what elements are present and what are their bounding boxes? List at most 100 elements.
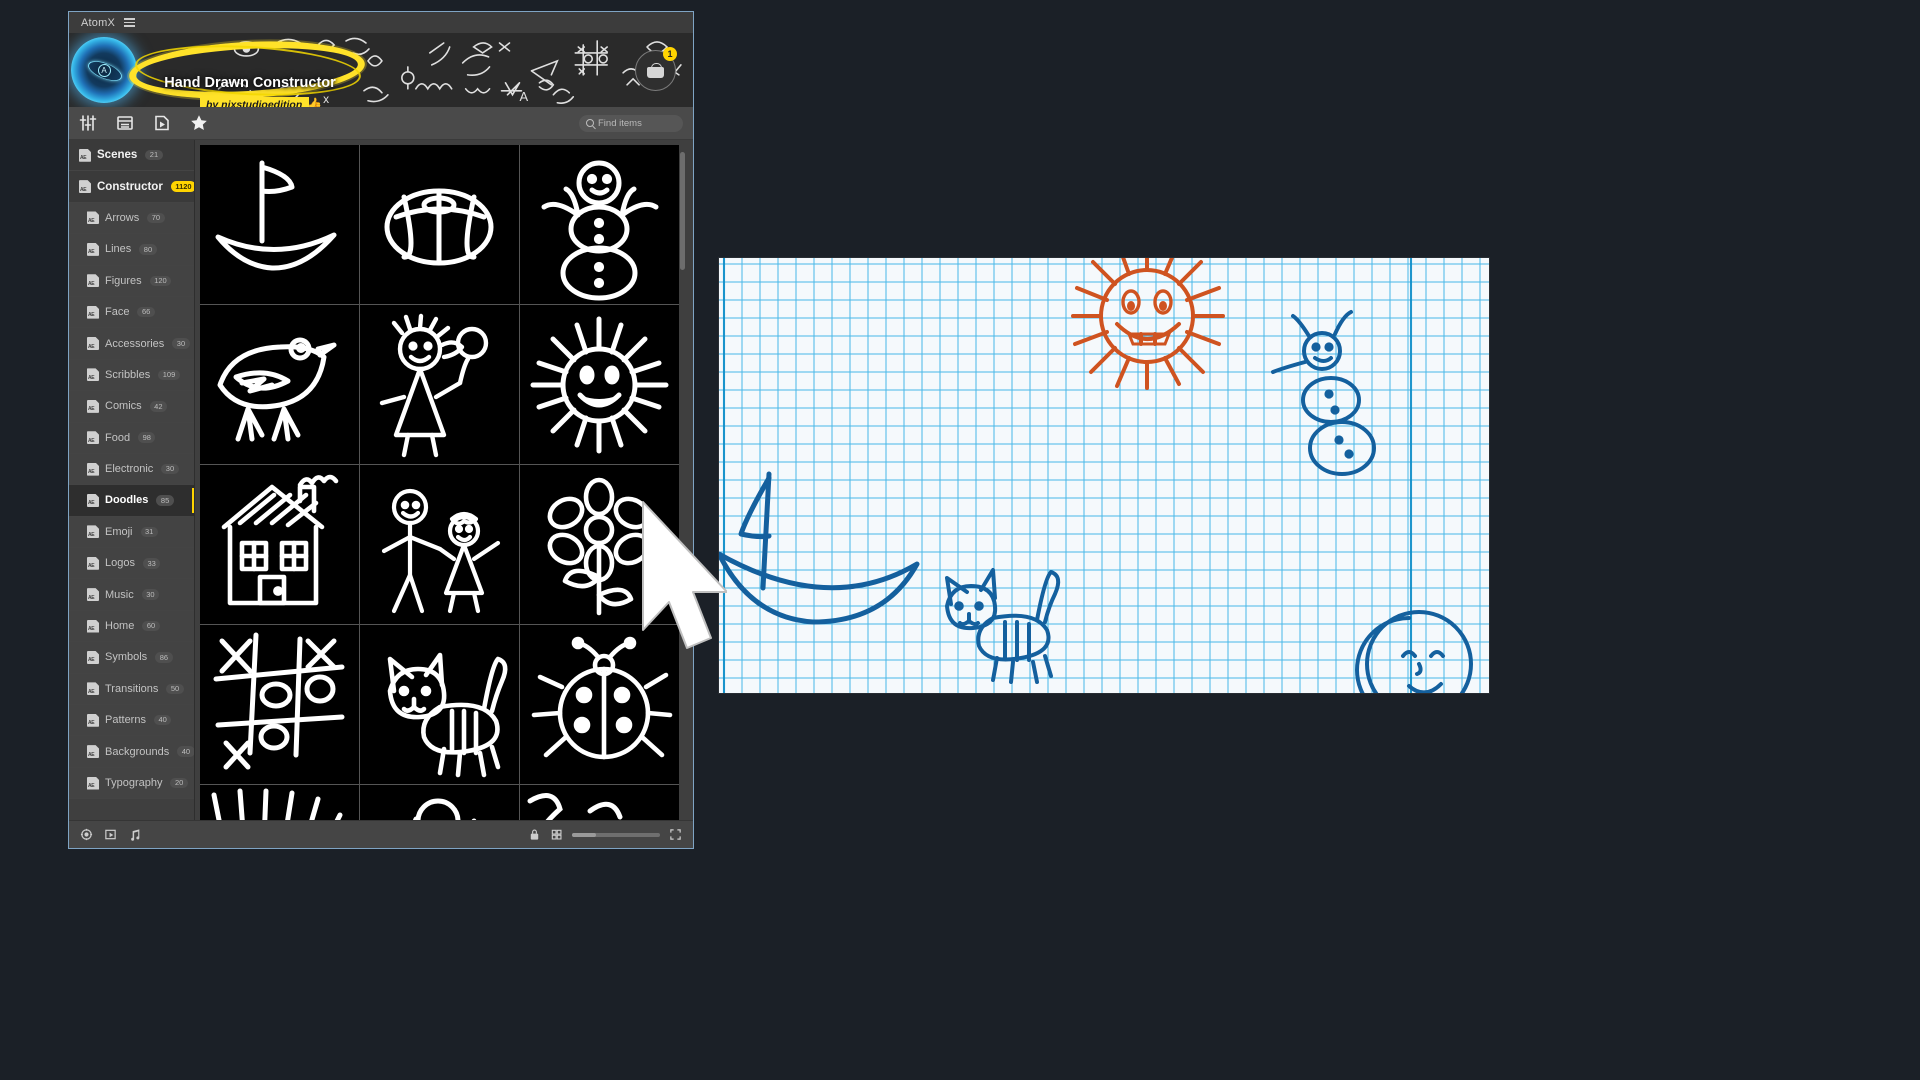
ae-file-icon: AE <box>87 399 99 413</box>
grid-item-cat-doodle[interactable] <box>360 625 519 784</box>
ae-file-icon: AE <box>87 619 99 633</box>
sidebar-item-count: 70 <box>147 212 165 224</box>
sidebar-item-arrows[interactable]: AE Arrows 70 <box>69 202 194 235</box>
app-title: AtomX <box>81 16 116 29</box>
ae-file-icon: AE <box>87 242 99 256</box>
sidebar-item-scenes[interactable]: AE Scenes 21 <box>69 140 194 172</box>
sliders-icon[interactable] <box>78 113 98 133</box>
sidebar-item-lines[interactable]: AE Lines 80 <box>69 234 194 266</box>
grid-item-ladybug-doodle[interactable] <box>520 625 679 784</box>
music-note-icon[interactable] <box>128 828 141 841</box>
sidebar-item-emoji[interactable]: AE Emoji 31 <box>69 516 194 549</box>
ae-file-icon: AE <box>87 525 99 539</box>
sidebar-item-symbols[interactable]: AE Symbols 86 <box>69 642 194 674</box>
ae-file-icon: AE <box>87 745 99 759</box>
sidebar-item-typography[interactable]: AE Typography 20 <box>69 767 194 800</box>
panel-body: AE Scenes 21 AE Constructor 1120 AE Arrows 70 AE L… <box>69 140 693 820</box>
sidebar-item-label: Comics <box>105 400 142 413</box>
zoom-slider[interactable] <box>572 832 660 837</box>
sidebar-item-count: 66 <box>137 306 155 318</box>
sidebar-item-electronic[interactable]: AE Electronic 30 <box>69 453 194 486</box>
panel-titlebar: AtomX <box>69 12 693 33</box>
grid-item-hedgehog-doodle[interactable] <box>200 785 359 820</box>
grid-scrollbar-track[interactable] <box>680 146 689 814</box>
product-banner: A x A Hand Drawn Constructor by nixstudi… <box>69 33 693 107</box>
search-input[interactable]: Find items <box>579 114 683 132</box>
sidebar-item-count: 33 <box>142 558 161 569</box>
sidebar-item-label: Electronic <box>105 463 154 476</box>
ae-file-icon: AE <box>87 682 99 696</box>
sidebar-item-label: Logos <box>105 557 135 570</box>
target-icon[interactable] <box>80 828 93 841</box>
sidebar-item-label: Scenes <box>97 149 138 162</box>
shopping-bag-button[interactable]: 1 <box>635 47 677 91</box>
ae-file-icon: AE <box>87 493 99 507</box>
sidebar-item-transitions[interactable]: AE Transitions 50 <box>69 673 194 706</box>
product-title: Hand Drawn Constructor <box>164 75 336 91</box>
sidebar-item-count: 50 <box>166 683 184 695</box>
svg-text:x: x <box>323 92 329 106</box>
shopping-bag-icon <box>647 63 664 78</box>
sidebar-item-label: Scribbles <box>105 368 151 381</box>
atomx-extension-panel: AtomX A x A Hand Drawn Constructor by ni… <box>68 11 694 849</box>
grid-item-sailboat-doodle[interactable] <box>200 145 359 304</box>
toolbar-icon-group <box>78 113 209 133</box>
sidebar-item-count: 109 <box>158 369 180 381</box>
lock-icon[interactable] <box>528 828 541 841</box>
cart-badge: 1 <box>663 47 677 61</box>
ae-file-icon: AE <box>87 431 99 445</box>
grid-item-bird-doodle[interactable] <box>200 305 359 464</box>
canvas-artwork <box>719 258 1489 693</box>
star-icon[interactable] <box>189 113 209 133</box>
hamburger-icon[interactable] <box>124 18 136 27</box>
grid-item-house-doodle[interactable] <box>200 465 359 624</box>
sidebar-item-music[interactable]: AE Music 30 <box>69 579 194 611</box>
grid-item-partial-doodle[interactable] <box>520 785 679 820</box>
sidebar-item-count: 85 <box>156 495 174 506</box>
sidebar-item-figures[interactable]: AE Figures 120 <box>69 265 194 297</box>
grid-item-person-doodle[interactable] <box>360 785 519 820</box>
ae-file-icon: AE <box>87 211 99 225</box>
sidebar-item-count: 21 <box>145 149 163 161</box>
grid-item-tic-tac-toe-doodle[interactable] <box>200 625 359 784</box>
play-icon[interactable] <box>104 828 117 841</box>
sidebar-item-food[interactable]: AE Food 98 <box>69 422 194 454</box>
grid-item-sun-doodle[interactable] <box>520 305 679 464</box>
ae-file-icon: AE <box>87 776 99 790</box>
product-byline: by nixstudioedition <box>200 97 310 107</box>
sidebar-item-label: Food <box>105 431 131 444</box>
sidebar-item-face[interactable]: AE Face 66 <box>69 296 194 329</box>
sidebar-item-label: Doodles <box>105 494 149 507</box>
sidebar-item-comics[interactable]: AE Comics 42 <box>69 391 194 423</box>
grid-item-balloon-doodle[interactable] <box>360 145 519 304</box>
sidebar-item-count: 40 <box>177 746 194 757</box>
grid-scrollbar-thumb[interactable] <box>680 152 685 270</box>
ae-file-icon: AE <box>79 148 91 162</box>
sidebar-item-label: Emoji <box>105 525 133 538</box>
list-view-icon[interactable] <box>115 113 135 133</box>
sidebar-item-logos[interactable]: AE Logos 33 <box>69 548 194 580</box>
sidebar-item-count: 31 <box>140 526 158 538</box>
sidebar-item-scribbles[interactable]: AE Scribbles 109 <box>69 359 194 392</box>
sidebar-item-label: Transitions <box>105 682 159 695</box>
ae-folder-icon: AE <box>79 180 91 194</box>
grid-item-couple-doodle[interactable] <box>360 465 519 624</box>
sidebar-item-backgrounds[interactable]: AE Backgrounds 40 <box>69 736 194 768</box>
grid-item-girl-with-balloon-doodle[interactable] <box>360 305 519 464</box>
grid-item-snowman-doodle[interactable] <box>520 145 679 304</box>
sidebar-item-accessories[interactable]: AE Accessories 30 <box>69 328 194 360</box>
render-icon[interactable] <box>152 113 172 133</box>
sidebar-item-patterns[interactable]: AE Patterns 40 <box>69 705 194 737</box>
sidebar-item-label: Figures <box>105 274 142 287</box>
ae-file-icon: AE <box>87 650 99 664</box>
ae-file-icon: AE <box>87 337 99 351</box>
category-sidebar[interactable]: AE Scenes 21 AE Constructor 1120 AE Arrows 70 AE L… <box>69 140 195 820</box>
grid-icon[interactable] <box>550 828 563 841</box>
sidebar-item-doodles[interactable]: AE Doodles 85 <box>69 485 194 517</box>
fullscreen-icon[interactable] <box>669 828 682 841</box>
sidebar-item-home[interactable]: AE Home 60 <box>69 610 194 643</box>
grid-item-flower-doodle[interactable] <box>520 465 679 624</box>
sidebar-item-count: 30 <box>161 463 179 475</box>
sidebar-item-constructor[interactable]: AE Constructor 1120 <box>69 171 194 203</box>
ae-file-icon: AE <box>87 588 99 602</box>
